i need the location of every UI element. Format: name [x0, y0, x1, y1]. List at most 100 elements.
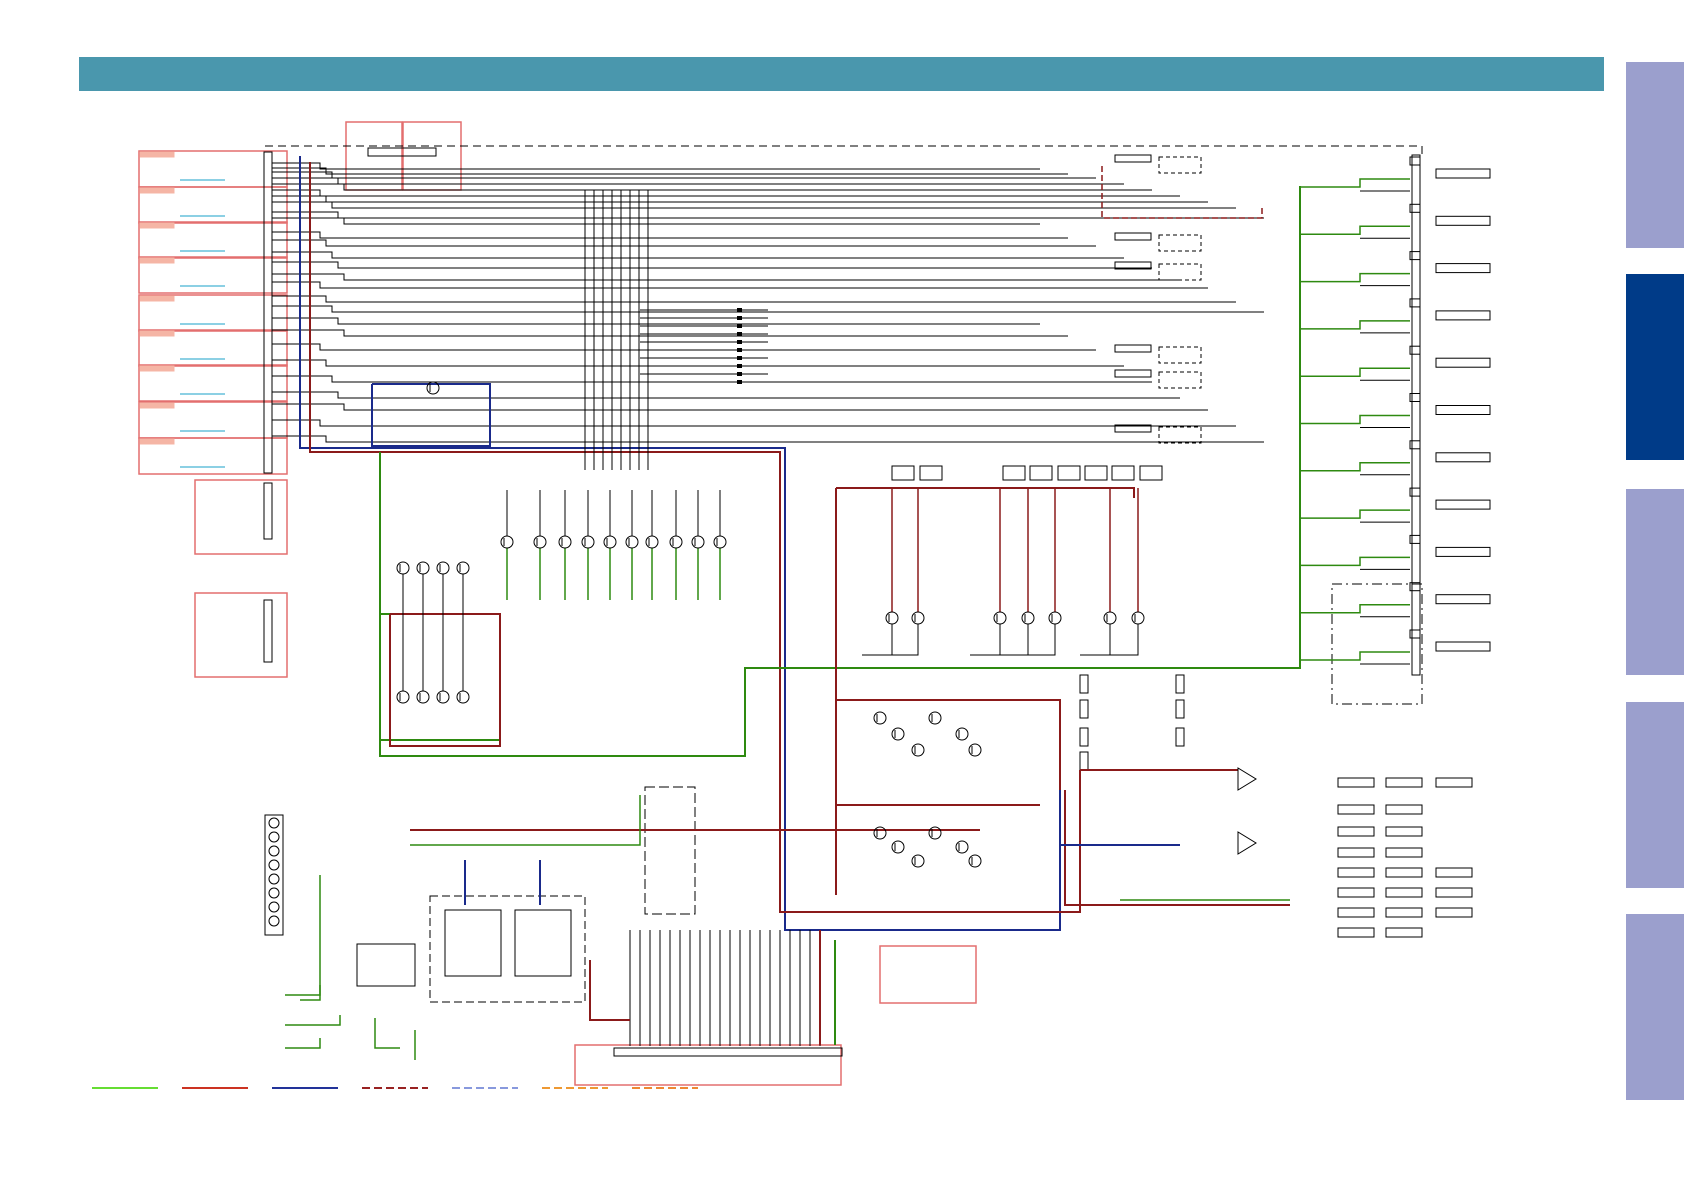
ground-wire — [1300, 651, 1410, 661]
connector-tag — [139, 222, 175, 229]
ground-wire — [374, 1018, 400, 1049]
signal-bus — [272, 177, 1124, 185]
ground-wire — [300, 875, 321, 1001]
connector-tag — [139, 402, 175, 409]
label-box — [1385, 777, 1423, 788]
signal-bus — [272, 375, 1152, 383]
transistor-symbol — [911, 611, 925, 625]
transistor-symbol — [955, 840, 969, 854]
schematic-components — [268, 308, 1257, 927]
pin-header — [613, 1047, 843, 1057]
signal-bus — [272, 189, 1180, 197]
signal-bus — [272, 261, 1152, 269]
relay-label-box — [1114, 154, 1152, 163]
connector-tag — [139, 438, 175, 445]
transistor-symbol — [456, 561, 470, 575]
label-box — [1337, 777, 1375, 788]
label-box — [1337, 907, 1375, 918]
jumper-connector — [1079, 727, 1089, 747]
signal-wire — [970, 624, 1001, 656]
power-rail-positive — [836, 487, 1135, 498]
transistor-symbol — [1131, 611, 1145, 625]
transistor-symbol — [955, 727, 969, 741]
terminal-screw — [268, 817, 280, 829]
ground-wire — [1300, 367, 1410, 377]
relay — [1158, 156, 1202, 174]
transistor-symbol — [416, 690, 430, 704]
transistor-symbol — [891, 840, 905, 854]
signal-wire — [998, 624, 1029, 656]
transistor-symbol — [891, 727, 905, 741]
transistor-symbol — [396, 690, 410, 704]
transistor-symbol — [968, 854, 982, 868]
transistor-symbol — [1021, 611, 1035, 625]
schematic-blocks — [138, 121, 1491, 1086]
label-box — [1385, 804, 1423, 815]
regulator-block — [644, 786, 696, 915]
terminal-screw — [268, 859, 280, 871]
ground-wire — [1300, 603, 1410, 614]
label-box — [1139, 465, 1163, 481]
label-box — [1337, 847, 1375, 858]
terminal-screw — [268, 901, 280, 913]
label-box — [1385, 867, 1423, 878]
jumper-connector — [1079, 751, 1089, 771]
ground-wire — [285, 985, 321, 996]
diode-symbol — [737, 364, 742, 368]
terminal-screw — [268, 887, 280, 899]
terminal-screw — [268, 845, 280, 857]
transistor-symbol — [713, 535, 727, 549]
signal-bus — [272, 281, 1208, 289]
label-box — [1435, 777, 1473, 788]
rectifier-block — [429, 895, 586, 1003]
terminal-screw — [268, 915, 280, 927]
terminal-screw — [268, 831, 280, 843]
output-label-box — [1435, 263, 1491, 274]
relay — [1158, 371, 1202, 389]
diode-symbol — [737, 332, 742, 336]
transistor-symbol — [928, 826, 942, 840]
ground-wire — [1300, 178, 1410, 188]
pin-header — [263, 151, 273, 474]
connector-tag — [139, 151, 175, 158]
diode-symbol — [737, 340, 742, 344]
signal-wire — [1080, 624, 1111, 656]
output-label-box — [1435, 215, 1491, 226]
ground-wire — [1300, 509, 1410, 519]
transistor-symbol — [436, 561, 450, 575]
transistor-symbol — [645, 535, 659, 549]
power-wire — [1101, 166, 1263, 219]
relay — [1158, 234, 1202, 252]
label-box — [919, 465, 943, 481]
bridge-rectifier — [514, 909, 572, 977]
diode-symbol — [737, 324, 742, 328]
ground-wire — [1300, 556, 1410, 567]
relay-label-box — [1114, 232, 1152, 241]
relay-label-box — [1114, 369, 1152, 378]
signal-bus — [272, 171, 1096, 179]
label-box — [1385, 907, 1423, 918]
label-box — [1337, 867, 1375, 878]
label-box — [1337, 804, 1375, 815]
transistor-symbol — [968, 743, 982, 757]
terminal-strip — [1411, 154, 1421, 676]
output-label-box — [1435, 310, 1491, 321]
label-box — [1337, 826, 1375, 837]
signal-bus — [272, 305, 1264, 313]
label-box — [1084, 465, 1108, 481]
label-box — [1385, 847, 1423, 858]
relay — [1158, 426, 1202, 444]
output-label-box — [1435, 594, 1491, 605]
signal-bus — [272, 162, 1040, 170]
connector-tag — [139, 295, 175, 302]
transistor-symbol — [581, 535, 595, 549]
ground-wire — [1300, 272, 1410, 283]
signal-bus — [272, 403, 1208, 411]
label-box — [1111, 465, 1135, 481]
signal-bus — [272, 435, 1264, 443]
bridge-rectifier — [444, 909, 502, 977]
connector-block — [194, 592, 288, 678]
label-box — [1029, 465, 1053, 481]
output-label-box — [1435, 546, 1491, 557]
ground-wire — [1300, 320, 1410, 330]
